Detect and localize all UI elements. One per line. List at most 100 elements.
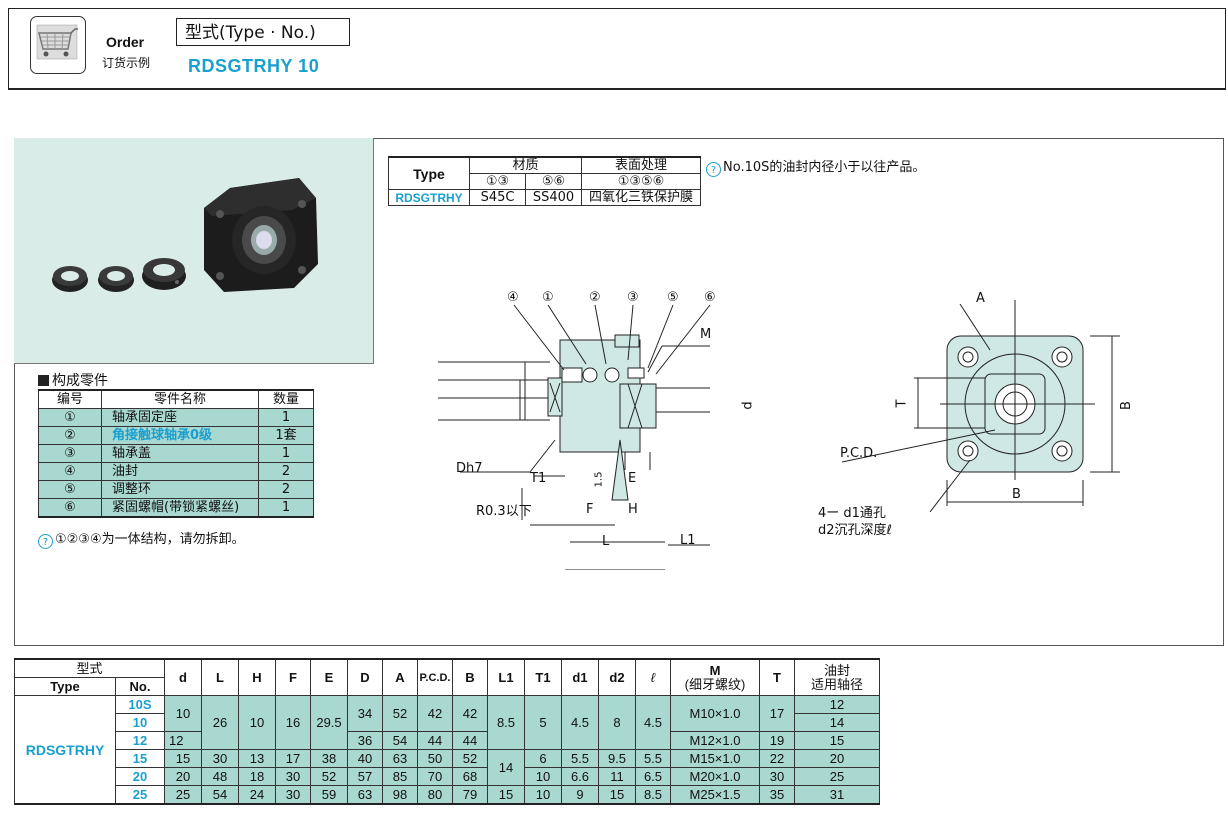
dim-cell: 25 bbox=[794, 767, 880, 786]
dim-header-E: E bbox=[310, 658, 348, 696]
dim-header-H: H bbox=[238, 658, 276, 696]
dim-cell: 8 bbox=[598, 695, 636, 750]
dim-cell: 19 bbox=[759, 731, 795, 750]
order-code: RDSGTRHY 10 bbox=[188, 56, 320, 76]
surface-parts: ①③⑤⑥ bbox=[581, 173, 701, 190]
side-view-drawing bbox=[438, 304, 710, 570]
hint-bulb-icon: ? bbox=[706, 162, 721, 177]
dim-cell: 42 bbox=[417, 695, 453, 732]
type-number-box: 型式(Type · No.) bbox=[176, 18, 350, 46]
dim-header-A: A bbox=[382, 658, 418, 696]
adjust-ring-icon bbox=[98, 266, 134, 292]
parts-header-name: 零件名称 bbox=[101, 389, 259, 409]
dim-header-PCD: P.C.D. bbox=[417, 658, 453, 696]
dim-cell: 30 bbox=[759, 767, 795, 786]
dim-cell: 59 bbox=[310, 785, 348, 805]
part-name: 轴承固定座 bbox=[101, 408, 259, 427]
order-label: Order bbox=[106, 34, 145, 50]
part-name: 紧固螺帽(带锁紧螺丝) bbox=[101, 498, 259, 518]
parts-title-text: 构成零件 bbox=[52, 373, 108, 389]
dimension-table: 型式 d L H F E D A P.C.D. B L1 T1 d1 d2 ℓ … bbox=[14, 658, 880, 805]
label-15: 1.5 bbox=[593, 471, 605, 488]
product-photo bbox=[14, 138, 374, 364]
dim-cell: 57 bbox=[347, 767, 383, 786]
parts-header-no: 编号 bbox=[38, 389, 102, 409]
label-H: H bbox=[628, 502, 638, 517]
parts-note: ? ①②③④为一体结构，请勿拆卸。 bbox=[38, 528, 245, 549]
dim-cell: 30 bbox=[275, 785, 311, 805]
dim-cell: M15×1.0 bbox=[670, 749, 760, 768]
dim-cell: 30 bbox=[201, 749, 239, 768]
dim-header-F: F bbox=[275, 658, 311, 696]
dim-cell: 63 bbox=[382, 749, 418, 768]
part-qty: 2 bbox=[258, 480, 314, 499]
dim-header-no: No. bbox=[115, 677, 165, 696]
dim-cell: 4.5 bbox=[635, 695, 671, 750]
part-qty: 1 bbox=[258, 408, 314, 427]
label-PCD: P.C.D. bbox=[840, 446, 878, 461]
dim-cell: 40 bbox=[347, 749, 383, 768]
dim-no: 10S bbox=[115, 695, 165, 714]
dim-header-d2: d2 bbox=[598, 658, 636, 696]
dim-header-M: M (细牙螺纹) bbox=[670, 658, 760, 696]
dim-cell: 31 bbox=[794, 785, 880, 805]
parts-row: ④ 油封 2 bbox=[38, 462, 314, 481]
dim-cell: 35 bbox=[759, 785, 795, 805]
dim-cell: 44 bbox=[417, 731, 453, 750]
parts-note-text: ①②③④为一体结构，请勿拆卸。 bbox=[55, 532, 245, 547]
table-row: 20 20 48 18 30 52 57 85 70 68 10 6.6 11 … bbox=[15, 767, 880, 786]
dim-cell: 8.5 bbox=[487, 695, 525, 750]
dim-cell: 6.6 bbox=[561, 767, 599, 786]
label-F: F bbox=[586, 502, 594, 517]
dim-header-L1: L1 bbox=[487, 658, 525, 696]
bearing-housing-icon bbox=[204, 178, 318, 292]
parts-header-qty: 数量 bbox=[258, 389, 314, 409]
label-T1: T1 bbox=[530, 471, 547, 486]
dim-header-d1: d1 bbox=[561, 658, 599, 696]
label-A: A bbox=[976, 291, 985, 306]
dim-cell: 36 bbox=[347, 731, 383, 750]
dim-header-D: D bbox=[347, 658, 383, 696]
part-name: 油封 bbox=[101, 462, 259, 481]
dim-header-L: L bbox=[201, 658, 239, 696]
top-note-text: No.10S的油封内径小于以往产品。 bbox=[723, 160, 926, 175]
surface-header: 表面处理 bbox=[581, 156, 701, 174]
table-row: 12 12 36 54 44 44 M12×1.0 19 15 bbox=[15, 731, 880, 750]
dim-cell: 12 bbox=[794, 695, 880, 714]
label-Dh7: Dh7 bbox=[456, 461, 483, 476]
dim-cell: 30 bbox=[275, 767, 311, 786]
callout-5: ⑤ bbox=[667, 290, 679, 305]
dim-cell: 24 bbox=[238, 785, 276, 805]
square-bullet-icon bbox=[38, 375, 49, 386]
dim-cell: 54 bbox=[382, 731, 418, 750]
part-no: ① bbox=[38, 408, 102, 427]
dim-header-T1: T1 bbox=[524, 658, 562, 696]
dim-cell: 80 bbox=[417, 785, 453, 805]
part-no: ④ bbox=[38, 462, 102, 481]
dim-header-l: ℓ bbox=[635, 658, 671, 696]
dim-header-M-sub: (细牙螺纹) bbox=[684, 676, 746, 692]
dim-cell: 10 bbox=[524, 767, 562, 786]
table-row: 25 25 54 24 30 59 63 98 80 79 15 10 9 15… bbox=[15, 785, 880, 805]
dim-cell: 50 bbox=[417, 749, 453, 768]
dim-cell: 15 bbox=[164, 749, 202, 768]
callout-4: ④ bbox=[507, 290, 519, 305]
dim-cell: 20 bbox=[164, 767, 202, 786]
dim-no: 10 bbox=[115, 713, 165, 732]
dim-no: 12 bbox=[115, 731, 165, 750]
table-row: 15 15 30 13 17 38 40 63 50 52 14 6 5.5 9… bbox=[15, 749, 880, 786]
dim-cell: 54 bbox=[201, 785, 239, 805]
part-qty: 1 bbox=[258, 444, 314, 463]
surface-treatment: 四氧化三铁保护膜 bbox=[581, 189, 701, 206]
dim-cell: M25×1.5 bbox=[670, 785, 760, 805]
label-T: T bbox=[894, 399, 910, 408]
dim-cell: 44 bbox=[452, 731, 488, 750]
dim-cell: 29.5 bbox=[310, 695, 348, 750]
dim-cell: 9 bbox=[561, 785, 599, 805]
label-B-right: B bbox=[1118, 401, 1134, 410]
dim-cell: 52 bbox=[382, 695, 418, 732]
material-header: 材质 bbox=[469, 156, 582, 174]
parts-row: ① 轴承固定座 1 bbox=[38, 408, 314, 427]
dim-cell: 17 bbox=[759, 695, 795, 732]
material-table: Type 材质 表面处理 ①③ ⑤⑥ ①③⑤⑥ RDSGTRHY S45C SS… bbox=[388, 156, 701, 206]
